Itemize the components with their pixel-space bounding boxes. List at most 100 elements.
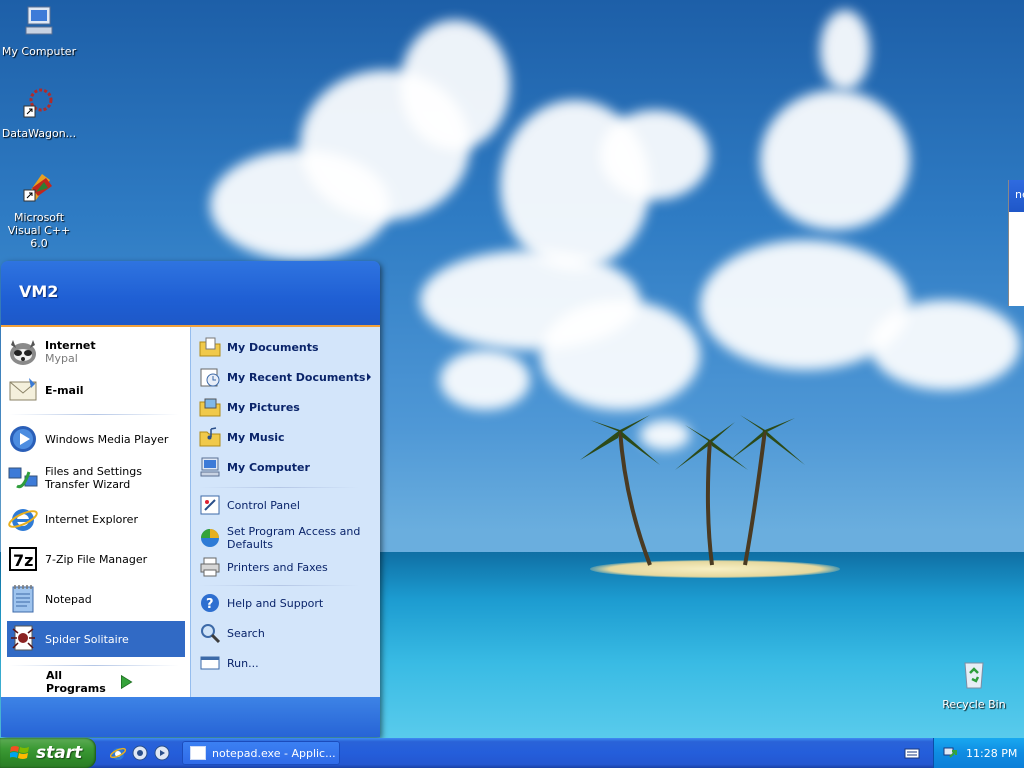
program-label: Notepad [45, 592, 92, 606]
item-search[interactable]: Search [199, 621, 375, 645]
program-access-icon [201, 529, 219, 547]
pinned-email-title: E-mail [45, 383, 84, 397]
place-my-documents[interactable]: My Documents [199, 335, 375, 359]
user-name: VM2 [19, 282, 59, 301]
program-spider-solitaire[interactable]: Spider Solitaire [7, 621, 185, 657]
search-icon [201, 624, 221, 644]
place-my-recent-documents[interactable]: My Recent Documents [199, 365, 375, 389]
recycle-bin-icon [964, 662, 984, 689]
start-menu-left-pane: Internet Mypal E-mail Windows Media Playe… [1, 327, 190, 697]
desktop-icon-label: DataWagon... [1, 127, 77, 140]
program-files-settings-transfer[interactable]: Files and Settings Transfer Wizard [7, 460, 185, 496]
item-run[interactable]: Run... [199, 651, 375, 675]
cloud [870, 300, 1020, 390]
program-label: Spider Solitaire [45, 632, 129, 646]
place-label: My Computer [227, 460, 310, 474]
program-windows-media-player[interactable]: Windows Media Player [7, 421, 185, 457]
place-label: My Pictures [227, 400, 300, 414]
separator [199, 585, 359, 586]
start-menu: VM2 Internet Mypal E-mail Windows Media … [1, 261, 380, 737]
item-control-panel[interactable]: Control Panel [199, 493, 375, 517]
printer-icon [200, 557, 220, 577]
place-my-computer[interactable]: My Computer [199, 455, 375, 479]
taskbar: start notepad.exe - Applic... 11:28 PM [0, 738, 1024, 768]
ie-icon[interactable] [110, 745, 126, 761]
separator [9, 414, 179, 415]
desktop-icon-label: Microsoft Visual C++ 6.0 [7, 211, 71, 250]
desktop-icon-visual-cpp[interactable]: Microsoft Visual C++ 6.0 [0, 170, 79, 250]
keyboard-icon[interactable] [904, 746, 920, 760]
svg-text:?: ? [206, 597, 214, 612]
windows-logo-icon [10, 746, 29, 759]
pinned-internet-title: Internet [45, 339, 96, 352]
cloud [600, 110, 710, 200]
place-label: My Recent Documents [227, 370, 366, 384]
place-my-music[interactable]: My Music [199, 425, 375, 449]
email-icon [9, 378, 37, 401]
partial-window[interactable]: ne [1008, 180, 1024, 306]
desktop-icon-my-computer[interactable]: My Computer [0, 4, 79, 58]
pinned-internet-subtitle: Mypal [45, 352, 78, 365]
media-player-icon[interactable] [154, 745, 170, 761]
program-label: Windows Media Player [45, 432, 169, 446]
pinned-email[interactable]: E-mail [7, 373, 185, 407]
green-arrow-icon [121, 674, 133, 690]
desktop-icon-datawagon[interactable]: DataWagon... [0, 86, 79, 140]
visual-cpp-icon [23, 174, 52, 202]
start-menu-header: VM2 [1, 261, 380, 327]
folder-music-icon [199, 427, 221, 447]
all-programs-button[interactable]: All Programs [46, 669, 134, 695]
item-label: Set Program Access and Defaults [227, 525, 361, 551]
place-my-pictures[interactable]: My Pictures [199, 395, 375, 419]
7zip-icon: 7z [9, 547, 37, 571]
cloud [820, 10, 870, 90]
item-label: Control Panel [227, 498, 300, 512]
pinned-internet[interactable]: Internet Mypal [7, 335, 185, 369]
program-notepad[interactable]: Notepad [7, 581, 185, 617]
ie-icon [8, 509, 38, 531]
item-printers-and-faxes[interactable]: Printers and Faxes [199, 555, 375, 579]
partial-window-title: ne [1009, 180, 1024, 212]
taskbar-button-label: notepad.exe - Applic... [212, 746, 336, 760]
mypal-icon[interactable] [132, 745, 148, 761]
desktop-icon-label: Recycle Bin [942, 698, 1006, 711]
item-help-and-support[interactable]: ? Help and Support [199, 591, 375, 615]
recent-documents-icon [200, 368, 220, 387]
program-label: 7-Zip File Manager [45, 552, 148, 566]
program-label: Files and Settings Transfer Wizard [45, 465, 142, 491]
program-7zip[interactable]: 7z 7-Zip File Manager [7, 541, 185, 577]
cloud [760, 90, 910, 230]
folder-pictures-icon [199, 398, 221, 417]
help-icon: ? [201, 594, 219, 612]
start-button[interactable]: start [0, 738, 96, 768]
control-panel-icon [200, 495, 220, 515]
transfer-wizard-icon [8, 467, 38, 489]
run-icon [200, 656, 220, 670]
desktop-icon-label: My Computer [1, 45, 77, 58]
place-label: My Documents [227, 340, 319, 354]
window-icon [190, 746, 206, 760]
taskbar-button-notepad[interactable]: notepad.exe - Applic... [182, 741, 340, 765]
program-label: Internet Explorer [45, 512, 138, 526]
separator [9, 665, 179, 666]
spider-solitaire-icon [11, 625, 35, 651]
network-icon[interactable] [942, 745, 958, 761]
desktop-icon-recycle-bin[interactable]: Recycle Bin [934, 657, 1014, 711]
item-label: Help and Support [227, 596, 324, 610]
item-label: Printers and Faxes [227, 560, 328, 574]
system-tray: 11:28 PM [933, 738, 1024, 768]
clock[interactable]: 11:28 PM [966, 747, 1017, 760]
cloud [440, 350, 530, 410]
item-set-program-access[interactable]: Set Program Access and Defaults [199, 523, 375, 553]
start-menu-right-pane: My Documents My Recent Documents My Pict… [190, 327, 380, 697]
start-menu-footer [1, 697, 380, 737]
program-internet-explorer[interactable]: Internet Explorer [7, 501, 185, 537]
svg-text:7z: 7z [13, 551, 33, 570]
computer-icon [200, 457, 220, 477]
all-programs-label: All Programs [46, 669, 106, 695]
raccoon-browser-icon [10, 340, 36, 365]
separator [199, 487, 359, 488]
folder-documents-icon [199, 337, 221, 357]
start-label: start [36, 743, 83, 763]
item-label: Run... [227, 656, 259, 670]
